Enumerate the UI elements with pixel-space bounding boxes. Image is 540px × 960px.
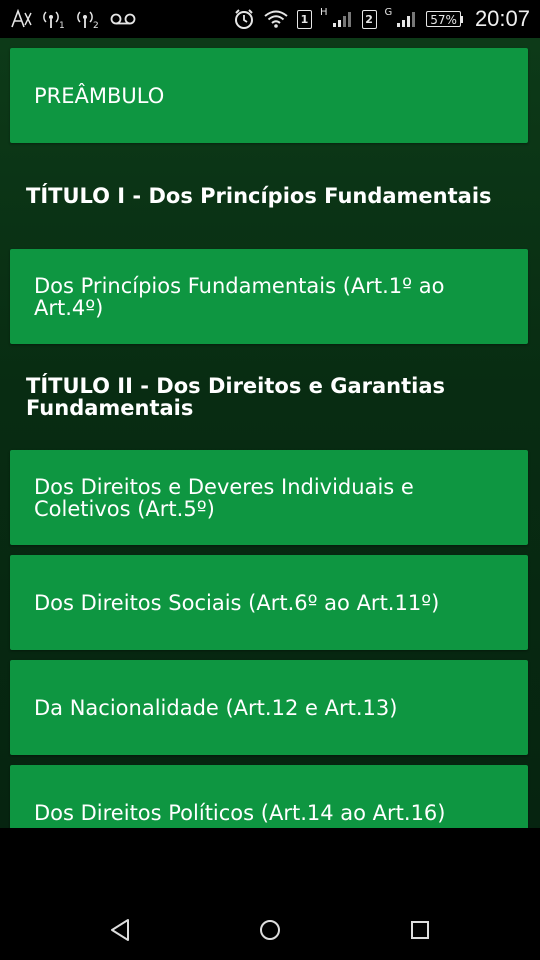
preamble-button[interactable]: PREÂMBULO	[10, 48, 528, 143]
sim2-network-type: G	[384, 6, 393, 18]
home-icon	[260, 920, 280, 940]
social-rights-button[interactable]: Dos Direitos Sociais (Art.6º ao Art.11º)	[10, 555, 528, 650]
item-label: Dos Princípios Fundamentais (Art.1º ao A…	[34, 273, 445, 320]
item-label: PREÂMBULO	[34, 83, 165, 108]
navigation-bar	[0, 828, 540, 960]
status-left: 1 2	[10, 9, 136, 29]
item-label: Dos Direitos Políticos (Art.14 ao Art.16…	[34, 800, 446, 825]
section-heading-title-1: TÍTULO I - Dos Princípios Fundamentais	[26, 184, 492, 208]
svg-text:1: 1	[59, 21, 65, 29]
content-list[interactable]: PREÂMBULO TÍTULO I - Dos Princípios Fund…	[0, 38, 540, 828]
item-label: Dos Direitos e Deveres Individuais e Col…	[34, 474, 414, 521]
hotspot-sim1-icon: 1	[42, 9, 68, 29]
recents-icon	[411, 921, 429, 939]
signal-sim2-icon	[396, 9, 418, 29]
sim1-badge: 1	[296, 9, 312, 29]
status-clock: 20:07	[474, 6, 530, 31]
home-button[interactable]	[240, 900, 300, 960]
wifi-icon	[263, 9, 289, 29]
battery-icon: 57%	[426, 10, 463, 28]
font-size-icon	[10, 9, 34, 29]
battery-level: 57%	[426, 11, 461, 27]
political-rights-button[interactable]: Dos Direitos Políticos (Art.14 ao Art.16…	[10, 765, 528, 828]
nationality-button[interactable]: Da Nacionalidade (Art.12 e Art.13)	[10, 660, 528, 755]
alarm-icon	[233, 9, 255, 29]
individual-rights-button[interactable]: Dos Direitos e Deveres Individuais e Col…	[10, 450, 528, 545]
status-right: 1 H 2 G 57% 20:07	[233, 6, 530, 32]
sim2-badge: 2	[361, 9, 377, 29]
svg-text:2: 2	[93, 21, 99, 29]
item-label: Da Nacionalidade (Art.12 e Art.13)	[34, 695, 398, 720]
section-heading-title-2: TÍTULO II - Dos Direitos e Garantias Fun…	[26, 374, 445, 420]
voicemail-icon	[110, 9, 136, 29]
item-label: Dos Direitos Sociais (Art.6º ao Art.11º)	[34, 590, 440, 615]
recents-button[interactable]	[390, 900, 450, 960]
principles-button[interactable]: Dos Princípios Fundamentais (Art.1º ao A…	[10, 249, 528, 344]
status-bar: 1 2 1 H 2 G 57% 20:07	[0, 0, 540, 38]
sim1-network-type: H	[319, 6, 328, 18]
signal-sim1-icon	[332, 9, 354, 29]
back-icon	[111, 919, 129, 941]
back-button[interactable]	[90, 900, 150, 960]
hotspot-sim2-icon: 2	[76, 9, 102, 29]
